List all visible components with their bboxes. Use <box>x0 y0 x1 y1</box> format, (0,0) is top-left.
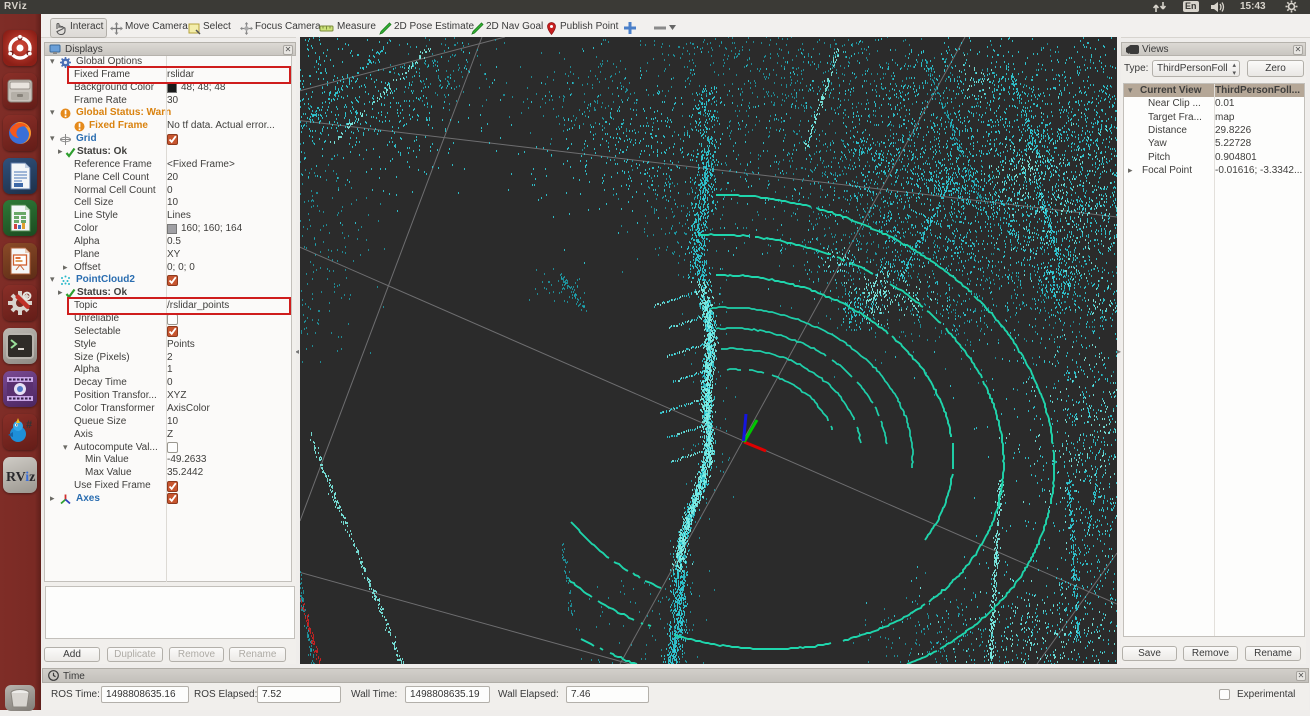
svg-text:#: # <box>26 419 32 431</box>
svg-text:RViz: RViz <box>6 470 35 485</box>
